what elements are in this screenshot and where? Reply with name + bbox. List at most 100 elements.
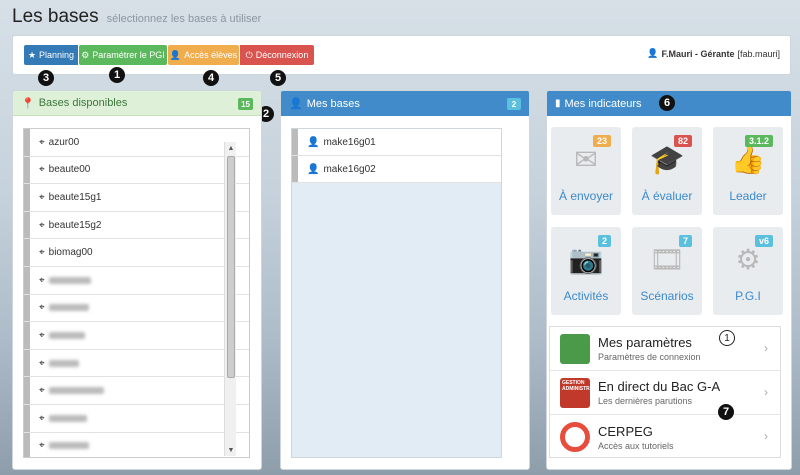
tile-badge: 23 [592, 135, 611, 147]
gears-icon: ⚙ [735, 244, 761, 275]
list-item[interactable]: ⌖ beaute15g2 [24, 211, 249, 240]
video-file-icon: 🎞 [649, 244, 685, 275]
tile-leader[interactable]: 👍 3.1.2 Leader [713, 127, 783, 215]
my-bases-list: 👤 make16g01 👤 make16g02 [291, 128, 502, 458]
chevron-right-icon: › [764, 385, 768, 399]
tile-label: Activités [563, 289, 609, 303]
tile-label: P.G.I [735, 289, 761, 303]
my-bases-count-badge: 2 [507, 98, 521, 110]
available-bases-heading: 📍 Bases disponibles 15 [13, 91, 261, 116]
tile-badge: 3.1.2 [744, 135, 773, 147]
quick-links: Mes paramètres Paramètres de connexion ›… [549, 326, 781, 458]
map-marker-icon: ⌖ [39, 329, 45, 341]
toolbar: ★ Planning ⚙ Paramétrer le PGI 👤 Accès é… [12, 35, 791, 75]
map-marker-icon: ⌖ [39, 412, 45, 424]
list-item[interactable]: ⌖ beaute15g1 [24, 184, 249, 212]
link-title: CERPEG [598, 423, 653, 439]
lifebuoy-icon [560, 422, 590, 452]
base-name: beaute15g2 [48, 219, 102, 231]
planning-label: Planning [39, 50, 75, 60]
blurred-text [48, 387, 104, 395]
list-item-blurred[interactable]: ⌖ [24, 322, 249, 350]
link-title: Mes paramètres [598, 335, 692, 350]
my-bases-heading: 👤 Mes bases 2 [281, 91, 529, 116]
page-subtitle: sélectionnez les bases à utiliser [106, 13, 262, 25]
blurred-text [48, 359, 79, 367]
indicators-panel: ▮ Mes indicateurs ✉ 23 À envoyer 🎓 82 À … [546, 90, 792, 470]
tile-a-envoyer[interactable]: ✉ 23 À envoyer [551, 127, 621, 215]
star-icon: ★ [27, 49, 37, 60]
list-item-blurred[interactable]: ⌖ [24, 377, 249, 405]
list-item-blurred[interactable]: ⌖ [24, 266, 249, 295]
map-marker-icon: ⌖ [39, 385, 45, 397]
student-access-button[interactable]: 👤 Accès élèves [168, 45, 239, 65]
scroll-thumb[interactable] [227, 156, 235, 378]
user-icon: 👤 [289, 98, 303, 110]
annotation-3: 3 [38, 70, 54, 86]
annotation-1: 1 [109, 67, 125, 83]
list-item-blurred[interactable]: ⌖ [24, 294, 249, 323]
user-name: F.Mauri - Gérante [661, 48, 735, 59]
annotation-1-outline: 1 [719, 330, 735, 346]
base-name: beaute00 [48, 164, 91, 176]
link-subtitle: Les dernières parutions [598, 396, 693, 406]
blurred-text [48, 304, 89, 312]
map-marker-icon: ⌖ [39, 247, 45, 259]
available-bases-list: ⌖ azur00 ⌖ beaute00 ⌖ beaute15g1 ⌖ beaute15g… [23, 128, 250, 458]
logout-button[interactable]: ⏻ Déconnexion [240, 45, 314, 65]
tile-badge: 82 [673, 135, 692, 147]
eleves-label: Accès élèves [184, 50, 238, 60]
gestion-administration-logo: GESTION ADMINISTRATION [560, 378, 590, 408]
tile-a-evaluer[interactable]: 🎓 82 À évaluer [632, 127, 702, 215]
camera-icon: 📷 [568, 244, 604, 275]
blurred-text [48, 414, 87, 422]
planning-button[interactable]: ★ Planning [24, 45, 78, 65]
user-icon: 👤 [307, 163, 320, 175]
tile-activites[interactable]: 📷 2 Activités [551, 227, 621, 315]
base-name: beaute15g1 [48, 191, 102, 203]
tile-label: Scénarios [640, 289, 694, 303]
envelope-icon: ✉ [574, 144, 598, 175]
map-marker-icon: 📍 [21, 97, 35, 110]
user-login: [fab.mauri] [737, 48, 780, 59]
map-marker-icon: ⌖ [39, 302, 45, 314]
list-item-blurred[interactable]: ⌖ [24, 404, 249, 433]
list-item[interactable]: 👤 make16g02 [292, 156, 501, 183]
pgi-settings-button[interactable]: ⚙ Paramétrer le PGI [79, 45, 167, 65]
tile-pgi[interactable]: ⚙ v6 P.G.I [713, 227, 783, 315]
list-item-blurred[interactable]: ⌖ [24, 432, 249, 457]
bar-chart-icon: ▮ [555, 98, 561, 109]
link-subtitle: Accès aux tutoriels [598, 440, 674, 451]
list-item-blurred[interactable]: ⌖ [24, 349, 249, 378]
tile-badge: 7 [678, 235, 692, 247]
page-header: Les bases sélectionnez les bases à utili… [12, 6, 261, 30]
link-mes-parametres[interactable]: Mes paramètres Paramètres de connexion › [550, 327, 780, 371]
list-item[interactable]: ⌖ biomag00 [24, 239, 249, 267]
scroll-down-arrow-icon[interactable]: ▼ [225, 444, 237, 456]
chevron-right-icon: › [764, 429, 768, 443]
list-item[interactable]: ⌖ azur00 [24, 129, 249, 157]
link-cerpeg[interactable]: CERPEG Accès aux tutoriels › [550, 415, 780, 459]
link-title: En direct du Bac G-A [598, 379, 721, 394]
map-marker-icon: ⌖ [39, 274, 45, 286]
annotation-6: 6 [659, 95, 675, 111]
scroll-up-arrow-icon[interactable]: ▲ [225, 142, 237, 154]
list-scrollbar[interactable]: ▲ ▼ [224, 142, 236, 456]
tile-badge: 2 [597, 235, 611, 247]
list-item[interactable]: ⌖ beaute00 [24, 156, 249, 185]
base-name: biomag00 [48, 247, 93, 259]
link-bac-ga[interactable]: GESTION ADMINISTRATION En direct du Bac … [550, 371, 780, 415]
blurred-text [48, 276, 91, 284]
tile-label: À envoyer [558, 189, 614, 203]
graduation-cap-icon: 🎓 [649, 144, 685, 175]
blurred-text [48, 331, 85, 339]
base-name: azur00 [48, 136, 80, 148]
user-info[interactable]: 👤 F.Mauri - Gérante [fab.mauri] [647, 48, 780, 59]
tile-scenarios[interactable]: 🎞 7 Scénarios [632, 227, 702, 315]
available-count-badge: 15 [238, 98, 253, 110]
map-marker-icon: ⌖ [39, 357, 45, 369]
base-name: make16g02 [323, 163, 376, 175]
map-marker-icon: ⌖ [39, 164, 45, 176]
list-item[interactable]: 👤 make16g01 [292, 129, 501, 156]
settings-app-icon [560, 334, 590, 364]
